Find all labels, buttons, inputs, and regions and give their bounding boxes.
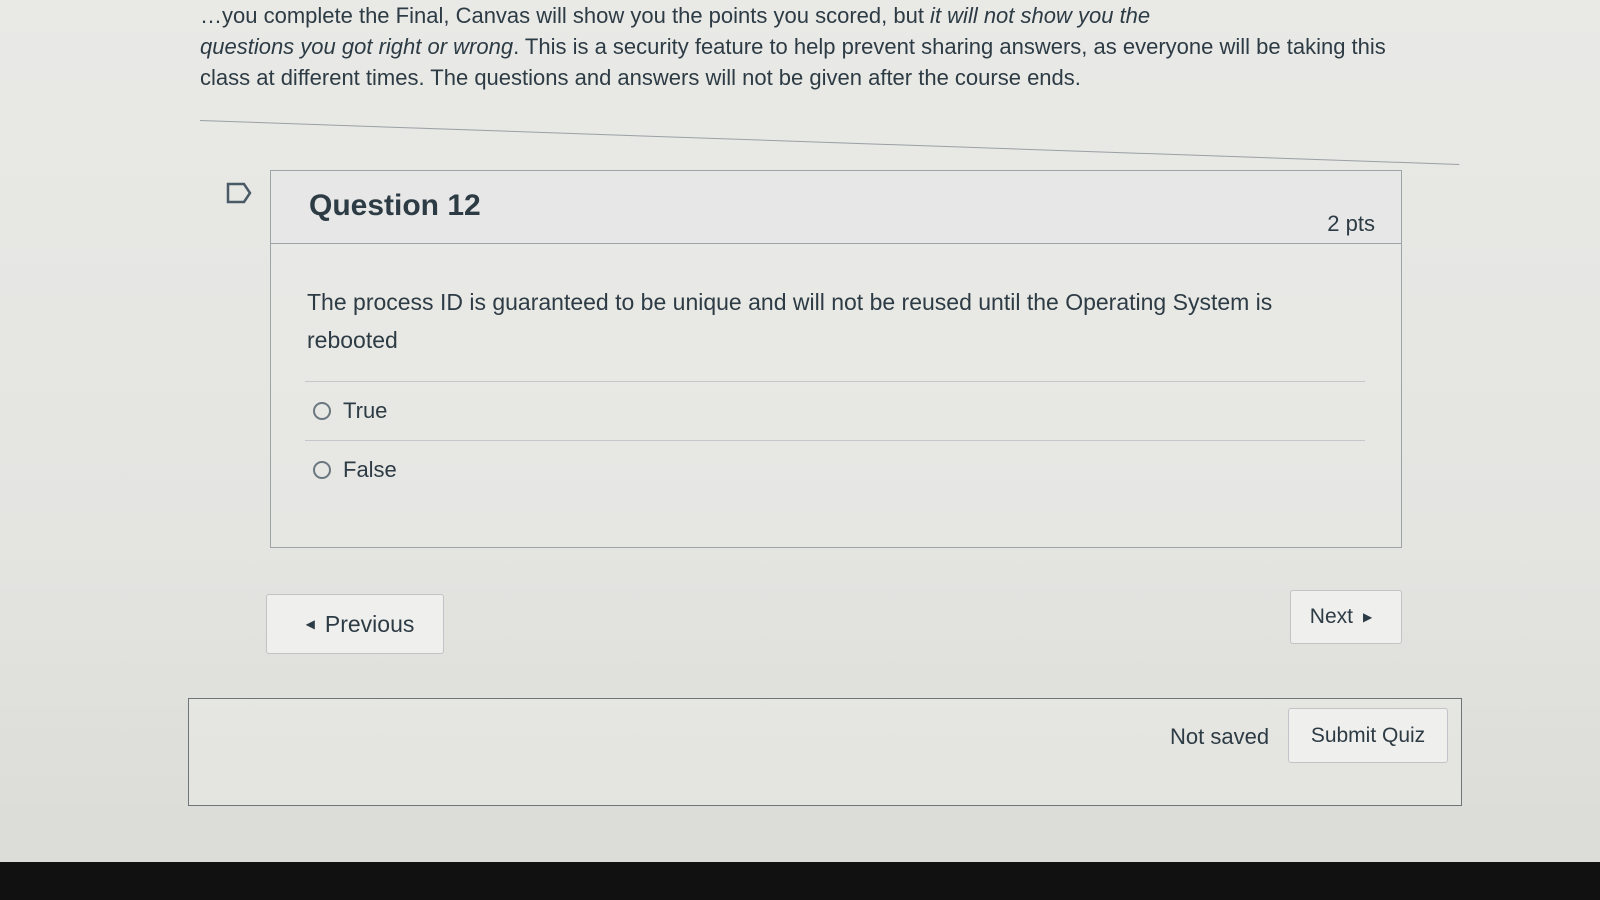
instructions-line-3: class at different times. The questions … <box>200 65 1081 90</box>
radio-button-icon[interactable] <box>313 402 331 420</box>
bookmark-flag-icon[interactable] <box>226 182 252 204</box>
caret-left-icon: ◀ <box>305 617 315 631</box>
answer-option-true[interactable]: True <box>305 381 1365 440</box>
next-button[interactable]: Next ▶ <box>1290 590 1402 644</box>
answer-label: False <box>343 457 397 482</box>
question-title: Question 12 <box>309 189 481 222</box>
answer-option-false[interactable]: False <box>305 440 1365 499</box>
question-text: The process ID is guaranteed to be uniqu… <box>307 289 1273 353</box>
answer-label: True <box>343 398 388 423</box>
previous-button[interactable]: ◀ Previous <box>266 594 444 654</box>
caret-right-icon: ▶ <box>1362 610 1373 624</box>
question-card: Question 12 2 pts The process ID is guar… <box>270 170 1402 548</box>
previous-label: Previous <box>324 610 415 637</box>
question-points: 2 pts <box>1327 211 1375 236</box>
submit-label: Submit Quiz <box>1310 723 1426 747</box>
instructions-line-2: questions you got right or wrong. This i… <box>200 34 1386 59</box>
divider <box>199 120 1460 165</box>
next-label: Next <box>1309 605 1353 628</box>
answer-list: True False <box>305 381 1365 499</box>
save-status: Not saved <box>1170 724 1270 749</box>
submit-quiz-button[interactable]: Submit Quiz <box>1288 708 1448 763</box>
radio-button-icon[interactable] <box>313 461 331 479</box>
quiz-footer <box>188 698 1462 806</box>
quiz-instructions: …you complete the Final, Canvas will sho… <box>200 0 1430 93</box>
question-header: Question 12 2 pts <box>271 171 1401 244</box>
screen-bezel <box>0 862 1600 900</box>
instructions-line-1: …you complete the Final, Canvas will sho… <box>200 3 1151 28</box>
